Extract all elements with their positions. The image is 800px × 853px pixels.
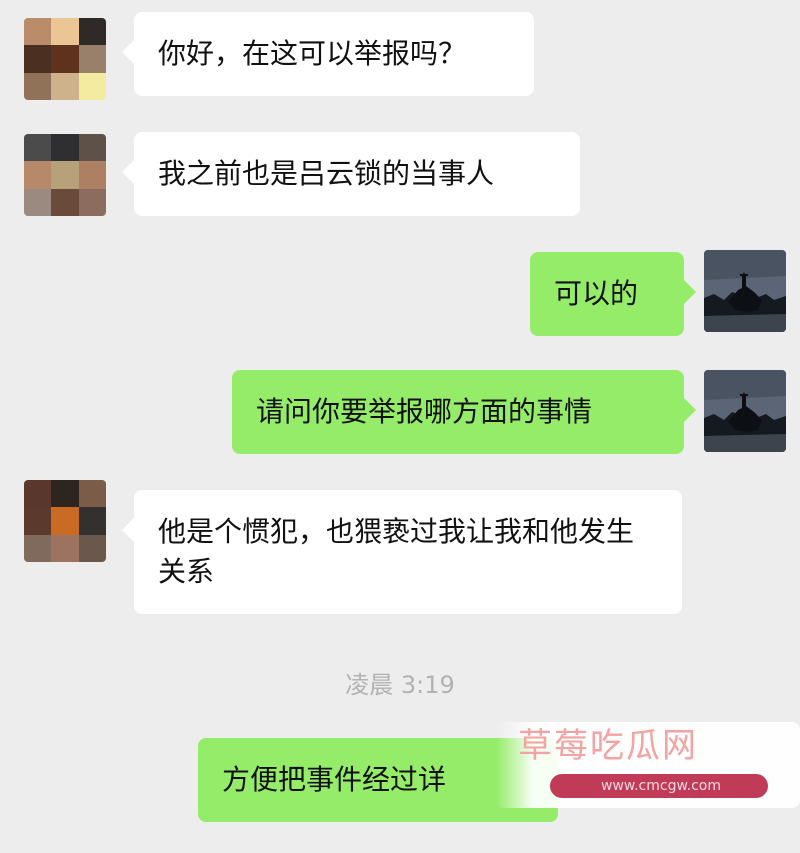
message-text: 我之前也是吕云锁的当事人 [158,157,495,190]
scenery-icon [704,370,786,452]
contact-avatar-2[interactable] [24,134,106,216]
watermark-overlay: 草莓吃瓜网 www.cmcgw.com [496,722,800,808]
message-text: 他是个惯犯，也猥亵过我让我和他发生关系 [158,515,635,588]
message-bubble-sent[interactable]: 请问你要举报哪方面的事情 [232,370,696,454]
message-text: 可以的 [554,277,639,310]
user-avatar[interactable] [704,370,786,452]
contact-avatar-3[interactable] [24,480,106,562]
message-text: 方便把事件经过详 [222,763,447,796]
watermark-url: www.cmcgw.com [601,778,721,794]
time-separator: 凌晨 3:19 [345,671,455,699]
message-bubble-received[interactable]: 他是个惯犯，也猥亵过我让我和他发生关系 [122,490,682,614]
message-bubble-received[interactable]: 我之前也是吕云锁的当事人 [122,132,580,216]
watermark-title: 草莓吃瓜网 [518,726,698,766]
contact-avatar-1[interactable] [24,18,106,100]
chat-conversation: 你好，在这可以举报吗？ 我之前也是吕云锁的当事人 可以的 请问你要举报哪方面的事… [0,0,800,853]
message-bubble-received[interactable]: 你好，在这可以举报吗？ [122,12,534,96]
message-bubble-sent[interactable]: 可以的 [530,252,696,336]
message-text: 你好，在这可以举报吗？ [158,37,467,70]
user-avatar[interactable] [704,250,786,332]
message-text: 请问你要举报哪方面的事情 [256,395,593,428]
scenery-icon [704,250,786,332]
